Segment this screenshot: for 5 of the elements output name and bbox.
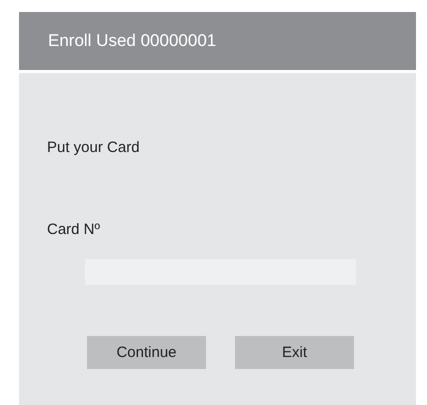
instruction-text: Put your Card xyxy=(47,139,141,157)
continue-button[interactable]: Continue xyxy=(87,336,206,369)
field-label: Card Nº xyxy=(47,221,101,239)
window-title: Enroll Used 00000001 xyxy=(48,31,216,51)
exit-button[interactable]: Exit xyxy=(235,336,354,369)
